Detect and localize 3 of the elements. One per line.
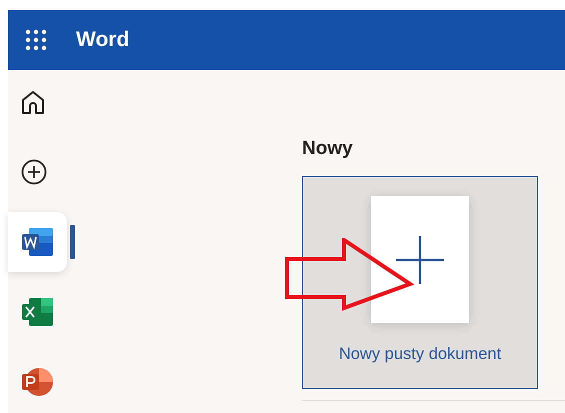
blank-document-card[interactable]: Nowy pusty dokument [302,176,538,389]
app-title: Word [76,28,130,52]
section-title: Nowy [302,138,354,160]
